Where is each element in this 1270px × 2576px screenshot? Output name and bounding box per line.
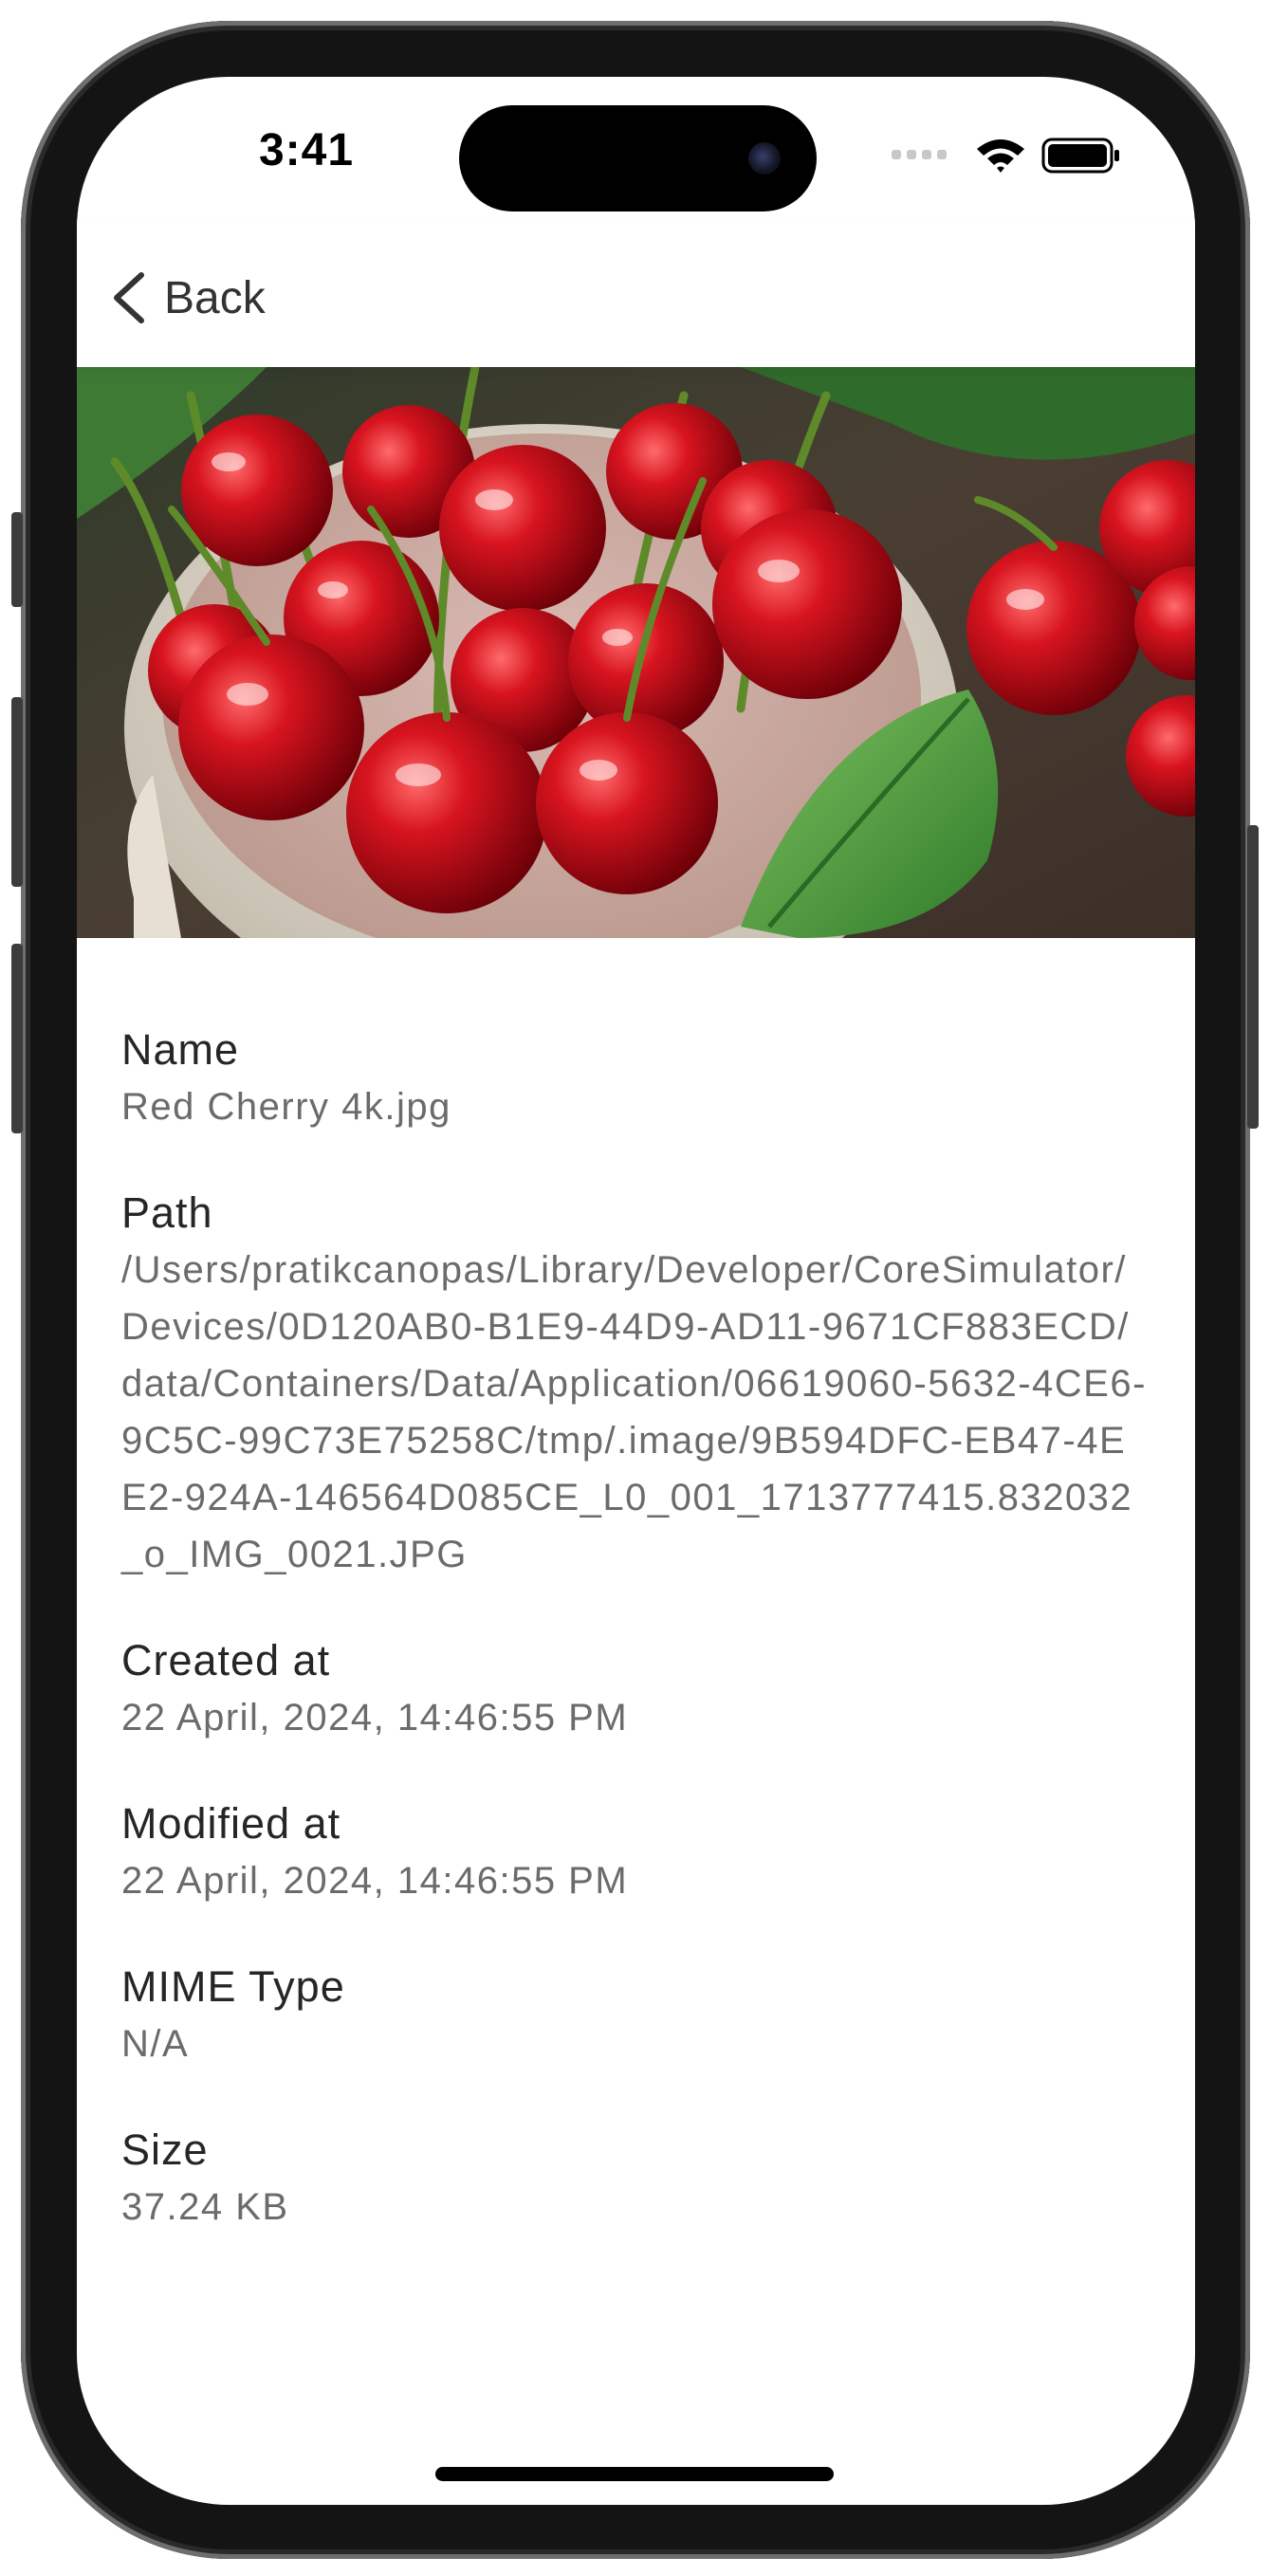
- detail-value: Red Cherry 4k.jpg: [121, 1086, 451, 1128]
- power-button: [1247, 825, 1259, 1129]
- detail-label: Modified at: [121, 1799, 341, 1848]
- detail-modified-at: Modified at 22 April, 2024, 14:46:55 PM: [121, 1795, 1150, 1909]
- detail-label: MIME Type: [121, 1962, 345, 2011]
- detail-name: Name Red Cherry 4k.jpg: [121, 1021, 1150, 1135]
- cellular-signal-icon: [892, 150, 947, 159]
- detail-created-at: Created at 22 April, 2024, 14:46:55 PM: [121, 1632, 1150, 1746]
- status-time: 3:41: [258, 125, 355, 175]
- detail-label: Name: [121, 1025, 240, 1074]
- chevron-left-icon: [114, 272, 144, 323]
- back-button[interactable]: Back: [109, 265, 266, 331]
- navigation-bar: Back: [77, 219, 1195, 367]
- detail-label: Path: [121, 1188, 213, 1237]
- detail-value: 37.24 KB: [121, 2186, 289, 2228]
- detail-mime-type: MIME Type N/A: [121, 1959, 1150, 2072]
- app-screen: 3:41 Back Name Red Cherry 4k.jpg Path /U…: [77, 77, 1195, 2505]
- camera-icon: [748, 142, 781, 175]
- status-icons: [892, 136, 1119, 174]
- detail-value: 22 April, 2024, 14:46:55 PM: [121, 1860, 629, 1902]
- dynamic-island: [459, 105, 817, 212]
- battery-icon: [1041, 138, 1119, 174]
- file-details-list: Name Red Cherry 4k.jpg Path /Users/prati…: [121, 1021, 1150, 2285]
- volume-down-button: [11, 944, 23, 1133]
- wifi-icon: [977, 139, 1024, 173]
- action-button: [11, 512, 23, 607]
- back-label: Back: [164, 272, 266, 323]
- detail-value: N/A: [121, 2023, 190, 2065]
- detail-path: Path /Users/pratikcanopas/Library/Develo…: [121, 1185, 1150, 1583]
- detail-value: /Users/pratikcanopas/Library/Developer/C…: [121, 1249, 1147, 1575]
- detail-label: Created at: [121, 1636, 331, 1684]
- photo-preview: [77, 367, 1195, 938]
- home-indicator[interactable]: [435, 2467, 834, 2481]
- volume-up-button: [11, 697, 23, 887]
- status-bar: 3:41: [77, 77, 1195, 219]
- detail-size: Size 37.24 KB: [121, 2122, 1150, 2236]
- detail-value: 22 April, 2024, 14:46:55 PM: [121, 1697, 629, 1739]
- detail-label: Size: [121, 2125, 209, 2174]
